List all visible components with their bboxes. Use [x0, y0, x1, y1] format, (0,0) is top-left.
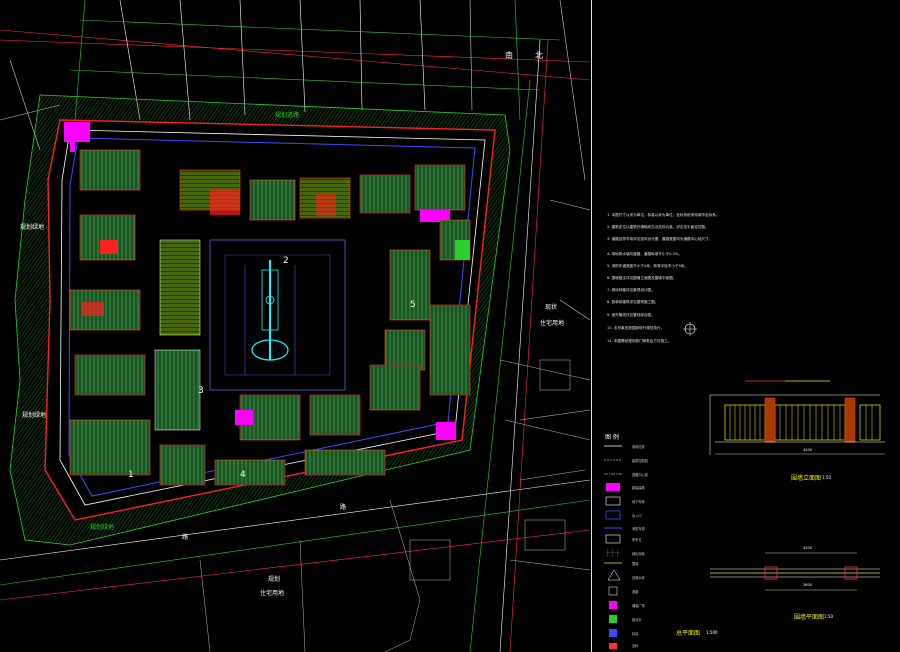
gate-marker-west: [70, 140, 75, 152]
legend-item: 出入口: [632, 514, 642, 518]
legend-item: 标高: [632, 632, 639, 636]
land-label-left: 规划绿地: [20, 224, 45, 231]
legend-item: 指北针: [632, 618, 642, 622]
legend-swatches: [604, 445, 622, 649]
land-label-bottom-right: 住宅用地: [260, 590, 285, 597]
legend-item: 景观水体: [632, 576, 645, 580]
legend-item: 道路中心线: [632, 473, 648, 477]
land-label-bottom: 规划绿地: [90, 524, 115, 531]
legend-item: 停车位: [632, 538, 642, 542]
wall-plan-title: 围墙平面图: [794, 614, 825, 621]
gate-marker-northwest: [64, 122, 90, 142]
buildings-middle-left: [154, 239, 206, 486]
land-label-left2: 规划绿地: [22, 412, 47, 419]
street-label-top: 南: [505, 51, 513, 60]
wall-dim-1: 4200: [803, 546, 812, 550]
block-number-1: 1: [128, 470, 134, 480]
legend-item: 绿化用地: [632, 552, 645, 556]
legend-item: 消防车道: [632, 527, 645, 531]
street-label-top2: 北: [535, 51, 543, 60]
land-label-bottom-right2: 规划: [268, 576, 281, 583]
road-label-bottom: 路: [340, 504, 347, 511]
note-line: 8. 各单体建筑详见建筑施工图。: [607, 300, 659, 304]
block-number-5: 5: [410, 300, 416, 310]
block-number-3: 3: [198, 386, 204, 396]
note-line: 7. 绿化种植详见景观设计图。: [607, 288, 655, 292]
legend-item: 用地红线: [632, 445, 645, 449]
legend-footer-title: 总平面图: [676, 630, 701, 637]
legend-item: 铺装广场: [632, 604, 645, 608]
note-line: 2. 建筑定位以建筑外墙轴线交点坐标为准，详见总平面定位图。: [607, 225, 709, 229]
wall-plan-scale: 1:50: [824, 614, 833, 619]
note-line: 1. 本图尺寸以米为单位，标高以米为单位，坐标系统采用城市坐标系。: [607, 213, 720, 217]
block-number-2: 2: [283, 256, 289, 266]
legend-footer-scale: 1:500: [706, 630, 718, 635]
legend-item: 地下车库: [632, 500, 645, 504]
land-label-right2: 现状: [545, 304, 558, 311]
note-line: 5. 消防车道宽度不小于4米，转弯半径不小于9米。: [607, 264, 689, 268]
wall-elevation-scale: 1:50: [822, 475, 831, 480]
legend-item: 坐标: [632, 644, 639, 648]
note-line: 10. 未尽事宜按国家现行规范执行。: [607, 326, 665, 330]
legend-item: 围墙: [632, 562, 639, 566]
wall-dim-2: 3600: [803, 583, 812, 587]
legend-item: 道路: [632, 590, 639, 594]
legend-item: 新建建筑: [632, 486, 645, 490]
wall-plan-drawing: [710, 552, 880, 591]
land-label-top: 规划道路: [275, 112, 300, 119]
cad-drawing-canvas: [0, 0, 885, 652]
note-line: 9. 室外管线详见管线综合图。: [607, 313, 655, 317]
wall-elevation-title: 围墙立面图: [791, 475, 822, 482]
note-line: 4. 场地排水坡向道路，道路纵坡不小于0.3%。: [607, 252, 682, 256]
wall-elevation-drawing: [709, 380, 885, 455]
north-arrow-icon: [683, 322, 697, 336]
note-line: 11. 本图需经规划部门审批后方可施工。: [607, 339, 672, 343]
legend-item: 建筑控制线: [632, 459, 648, 463]
legend-title: 图 例: [605, 434, 619, 441]
land-label-right: 住宅用地: [540, 320, 565, 327]
road-label-top: 路: [182, 534, 189, 541]
note-line: 6. 围墙做法详见围墙立面图及围墙平面图。: [607, 276, 677, 280]
wall-dim-3: 4200: [803, 448, 812, 452]
note-line: 3. 道路及停车场详见竖向设计图，道路宽度均为道路中心线尺寸。: [607, 237, 713, 241]
block-number-4: 4: [240, 470, 246, 480]
